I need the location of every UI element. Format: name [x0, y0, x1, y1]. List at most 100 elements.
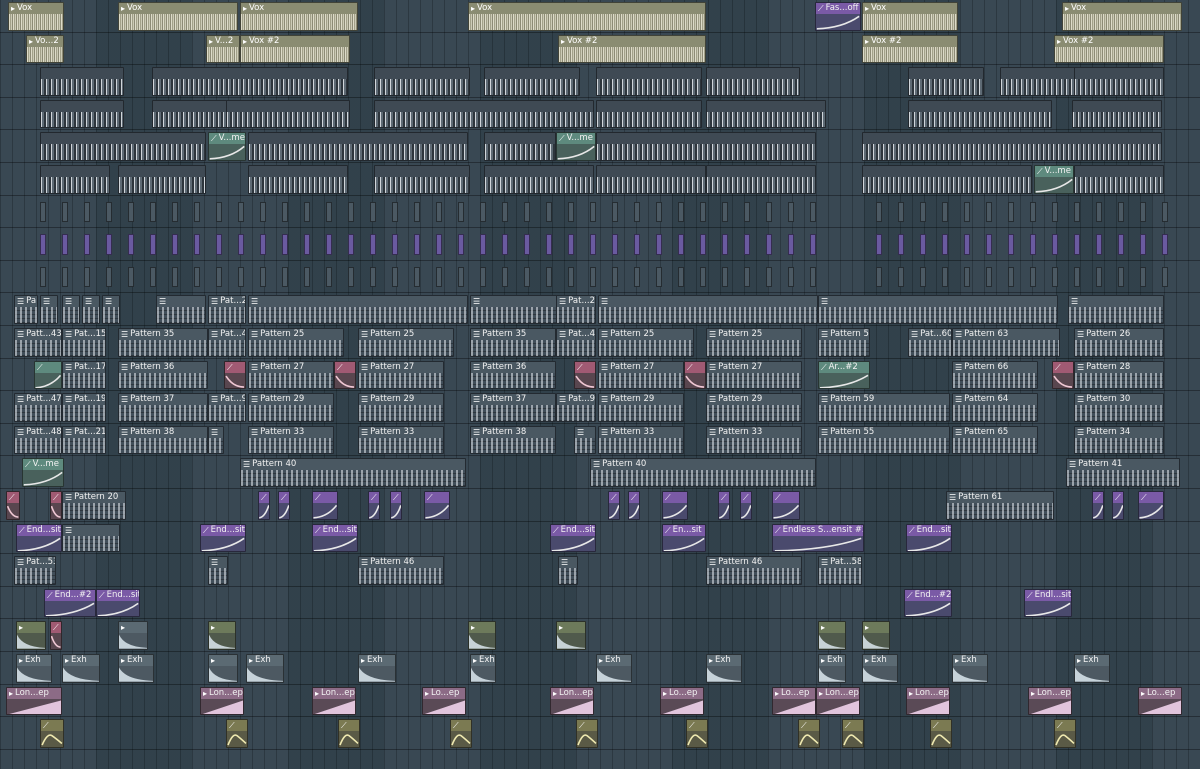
clip-header[interactable]: ☰ Pattern 25 [249, 329, 343, 340]
clip-header[interactable]: ⟋ [773, 492, 799, 503]
automation-clip[interactable]: ⟋ [772, 491, 800, 520]
pattern-clip[interactable]: ☰ [102, 295, 120, 324]
clip-header[interactable]: ▸ Exh [17, 655, 51, 666]
pattern-clip[interactable]: ☰ Pattern 59 [818, 393, 950, 422]
clip-header[interactable]: ☰ Pattern 26 [1075, 329, 1163, 340]
automation-tick[interactable] [502, 266, 508, 288]
pattern-clip[interactable]: ☰ [818, 295, 1058, 324]
automation-tick[interactable] [612, 266, 618, 288]
automation-clip[interactable]: ⟋ V...me [556, 132, 596, 161]
playlist-track-2[interactable]: ▸ Vo...2 ▸ V...2 ▸ Vox #2 ▸ Vox #2 ▸ Vox #2 ▸ Vox #… [0, 33, 1200, 66]
pattern-clip[interactable] [248, 132, 468, 161]
pattern-clip[interactable]: ☰ [208, 425, 224, 455]
audio-clip[interactable]: ▸ [118, 621, 148, 650]
pattern-clip[interactable] [484, 67, 580, 96]
clip-header[interactable]: ⟋ [51, 492, 61, 503]
pattern-clip[interactable]: ☰ Pattern 20 [62, 491, 126, 520]
automation-tick[interactable] [436, 234, 442, 255]
clip-header[interactable]: ☰ Pattern 30 [1075, 394, 1163, 406]
automation-clip[interactable]: ⟋ [34, 360, 62, 390]
automation-tick[interactable] [62, 266, 68, 288]
automation-tick[interactable] [304, 201, 310, 223]
automation-tick[interactable] [1118, 201, 1124, 223]
pattern-clip[interactable]: ☰ [156, 295, 206, 324]
clip-header[interactable]: ☰ Pattern 25 [707, 329, 801, 340]
automation-tick[interactable] [282, 201, 288, 223]
automation-tick[interactable] [436, 266, 442, 288]
pattern-clip[interactable]: ☰ Pattern 27 [706, 360, 802, 390]
automation-tick[interactable] [62, 201, 68, 223]
automation-tick[interactable] [40, 266, 46, 288]
clip-header[interactable]: ⟋ End...sit [907, 524, 951, 536]
automation-clip[interactable]: ⟋ End...sit [96, 588, 140, 618]
automation-tick[interactable] [634, 266, 640, 288]
clip-header[interactable]: ☰ Pattern 29 [359, 394, 443, 406]
pattern-clip[interactable]: ☰ Pattern 29 [706, 393, 802, 422]
clip-header[interactable]: ▸ Lon...ep [551, 687, 593, 699]
clip-header[interactable]: ☰ Pat...4 [557, 329, 595, 340]
clip-header[interactable]: ☰ Pattern 37 [119, 394, 207, 406]
clip-header[interactable]: ☰ Pattern 37 [471, 394, 555, 406]
automation-tick[interactable] [1030, 234, 1036, 255]
clip-header[interactable]: ☰ [103, 296, 119, 308]
automation-tick[interactable] [700, 201, 706, 223]
pattern-clip[interactable]: ☰ Pattern 27 [598, 360, 684, 390]
clip-header[interactable]: ☰ Pattern 36 [119, 361, 207, 373]
pattern-clip[interactable]: ☰ [208, 556, 228, 585]
automation-clip[interactable]: ⟋ [628, 491, 640, 520]
automation-tick[interactable] [458, 266, 464, 288]
clip-header[interactable] [863, 133, 1161, 144]
playlist-track-17[interactable]: ⟋ End...sit ☰ ⟋ End...sit ⟋ End...sit ⟋ End...si… [0, 522, 1200, 555]
clip-header[interactable]: ⟋ [629, 492, 639, 503]
playlist-track-16[interactable]: ⟋ ⟋ ☰ Pattern 20 ⟋ ⟋ ⟋ ⟋ ⟋ ⟋ ⟋ ⟋ ⟋ ⟋ ⟋ ⟋ ☰ Pattern 61 ⟋ ⟋ ⟋ [0, 489, 1200, 522]
pattern-clip[interactable] [484, 165, 594, 194]
pattern-clip[interactable]: ☰ Pattern 29 [358, 393, 444, 422]
clip-header[interactable]: ☰ Pattern 35 [471, 329, 555, 340]
audio-clip[interactable]: ▸ [818, 621, 846, 650]
automation-clip[interactable]: ⟋ [1092, 491, 1104, 520]
clip-header[interactable] [1075, 68, 1163, 79]
automation-clip[interactable]: ⟋ [608, 491, 620, 520]
clip-header[interactable] [597, 166, 705, 177]
automation-tick[interactable] [1096, 234, 1102, 255]
automation-clip[interactable]: ⟋ [450, 719, 472, 748]
clip-header[interactable] [707, 166, 815, 177]
clip-header[interactable]: ☰ [599, 296, 817, 308]
audio-clip[interactable]: ▸ Exh [706, 654, 742, 683]
pattern-clip[interactable]: ☰ Pattern 26 [1074, 328, 1164, 357]
pattern-clip[interactable]: ☰ Pat...60 [908, 328, 952, 357]
pattern-clip[interactable]: ☰ [558, 556, 578, 585]
playlist-track-21[interactable]: ▸ Exh ▸ Exh ▸ Exh ▸ ▸ Exh ▸ Exh ▸ Exh ▸ Exh ▸ Exh ▸ Exh ▸ Ex… [0, 652, 1200, 685]
clip-header[interactable]: ▸ Lon...ep [1029, 687, 1071, 699]
automation-tick[interactable] [40, 201, 46, 223]
pattern-clip[interactable]: ☰ Pattern 25 [598, 328, 694, 357]
clip-header[interactable]: ☰ Patt...48 [15, 426, 61, 438]
automation-clip[interactable]: ⟋ [842, 719, 864, 748]
automation-tick[interactable] [678, 201, 684, 223]
automation-tick[interactable] [480, 266, 486, 288]
clip-header[interactable]: ▸ Lo...ep [1139, 687, 1181, 699]
pattern-clip[interactable]: ☰ Pattern 33 [358, 425, 444, 455]
clip-header[interactable] [41, 166, 109, 177]
clip-header[interactable]: ▸ Vox [119, 3, 237, 14]
pattern-clip[interactable]: ☰ Pattern 37 [118, 393, 208, 422]
automation-tick[interactable] [568, 266, 574, 288]
automation-tick[interactable] [766, 266, 772, 288]
clip-header[interactable]: ☰ [575, 426, 595, 438]
automation-tick[interactable] [612, 234, 618, 255]
pattern-clip[interactable]: ☰ Pat...9 [208, 393, 246, 422]
automation-clip[interactable]: ⟋ [1054, 719, 1076, 748]
pattern-clip[interactable]: ☰ Pattern 27 [358, 360, 444, 390]
clip-header[interactable]: ▸ Exh [863, 655, 897, 666]
clip-header[interactable] [909, 68, 983, 79]
audio-clip[interactable]: ▸ Exh [818, 654, 846, 683]
automation-tick[interactable] [370, 201, 376, 223]
audio-clip[interactable]: ▸ Vo...2 [26, 34, 64, 64]
automation-tick[interactable] [524, 234, 530, 255]
automation-clip[interactable]: ⟋ [6, 491, 20, 520]
automation-tick[interactable] [876, 266, 882, 288]
automation-clip[interactable]: ⟋ Endl...sit [1024, 588, 1072, 618]
pattern-clip[interactable]: ☰ Pattern 33 [598, 425, 684, 455]
automation-tick[interactable] [634, 234, 640, 255]
clip-header[interactable]: ▸ Exh [707, 655, 741, 666]
